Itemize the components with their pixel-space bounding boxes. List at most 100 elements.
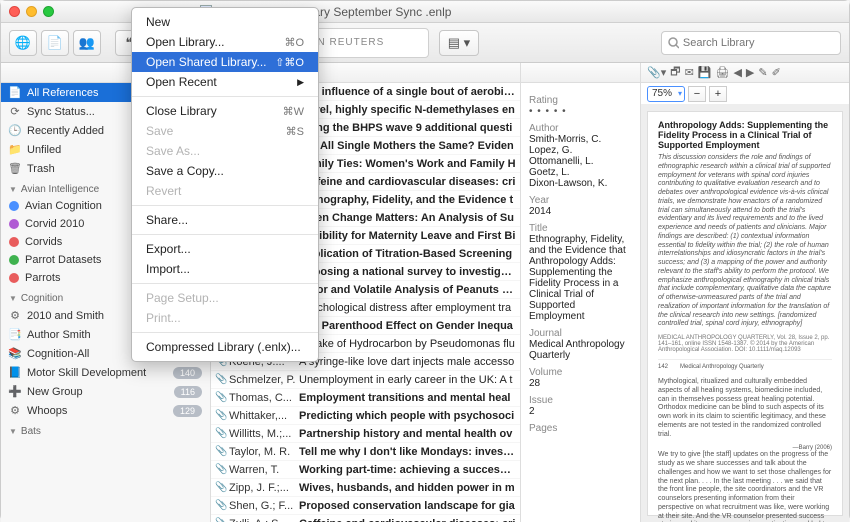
attachment-icon[interactable]: 📎▾ [647, 66, 666, 79]
author-cell: Schmelzer, P. [229, 374, 299, 386]
volume-value: 28 [529, 378, 632, 389]
count-badge: 140 [173, 367, 202, 379]
print-icon[interactable]: 🖨 [715, 66, 729, 79]
paper-heading: Anthropology Adds: Supplementing the Fid… [658, 120, 832, 150]
prev-icon[interactable]: ◀ [733, 66, 741, 79]
menu-label: Import... [146, 262, 190, 276]
menu-item-compressed-library-enlx-[interactable]: Compressed Library (.enlx)... [132, 337, 318, 357]
author-value: Dixon-Lawson, K. [529, 178, 632, 189]
note-icon[interactable]: ✎ [758, 66, 767, 79]
title-cell: Eligibility for Maternity Leave and Firs… [299, 230, 516, 242]
title-cell: Family Ties: Women's Work and Family H [299, 158, 516, 170]
sidebar-item-motor-skill-development[interactable]: 📘Motor Skill Development140 [1, 363, 210, 382]
menu-separator [132, 283, 318, 284]
menu-item-save-a-copy-[interactable]: Save a Copy... [132, 161, 318, 181]
zoom-in-button[interactable]: + [709, 86, 727, 102]
rating-value[interactable]: • • • • • [529, 106, 632, 117]
page-running-title: Medical Anthropology Quarterly [680, 364, 764, 370]
sidebar-item-new-group[interactable]: ➕New Group116 [1, 382, 210, 401]
search-icon [668, 37, 679, 49]
zoom-out-button[interactable]: − [688, 86, 706, 102]
preview-toolbar: 📎▾ 🗗 ✉ 💾 🖨 ◀ ▶ ✎ ✐ [641, 63, 849, 82]
menu-item-page-setup-: Page Setup... [132, 288, 318, 308]
sidebar-item-whoops[interactable]: ⚙Whoops129 [1, 401, 210, 420]
reference-row[interactable]: 📎Whittaker,...Predicting which people wi… [211, 407, 520, 425]
shortcut-label: ⌘O [284, 36, 304, 49]
menu-item-close-library[interactable]: Close Library⌘W [132, 101, 318, 121]
search-field[interactable] [661, 31, 841, 55]
paper-body-2: We try to give [the staff] updates on th… [658, 451, 832, 522]
sidebar-label: All References [27, 87, 99, 99]
menu-item-open-recent[interactable]: Open Recent▶ [132, 72, 318, 92]
title-cell: Unemployment in early career in the UK: … [299, 374, 516, 386]
zoom-select[interactable]: 75% [647, 86, 685, 102]
author-value: Goetz, L. [529, 167, 632, 178]
issue-value: 2 [529, 406, 632, 417]
group-button[interactable]: 👥 [73, 30, 101, 56]
reference-row[interactable]: 📎Willitts, M.;...Partnership history and… [211, 425, 520, 443]
menu-item-save-as-: Save As... [132, 141, 318, 161]
title-cell: Caffeine and cardiovascular diseases: cr… [299, 176, 516, 188]
open-pdf-icon[interactable]: 🗗 [670, 63, 680, 82]
menu-item-share-[interactable]: Share... [132, 210, 318, 230]
minimize-window-button[interactable] [26, 6, 37, 17]
author-cell: Thomas, C... [229, 392, 299, 404]
group-name: Bats [21, 426, 41, 437]
menu-separator [132, 96, 318, 97]
author-cell: Willitts, M.;... [229, 428, 299, 440]
menu-item-import-[interactable]: Import... [132, 259, 318, 279]
sidebar-label: Parrots [25, 272, 60, 284]
email-icon[interactable]: ✉ [685, 66, 694, 79]
menu-label: Save a Copy... [146, 164, 224, 178]
reference-row[interactable]: 📎Warren, T.Working part-time: achieving … [211, 461, 520, 479]
color-dot-icon [9, 273, 19, 283]
count-badge: 116 [174, 386, 202, 398]
group-icon: 📘 [9, 366, 21, 379]
reference-row[interactable]: 📎Shen, G.; F...Proposed conservation lan… [211, 497, 520, 515]
author-cell: Whittaker,... [229, 410, 299, 422]
title-cell: Ethnography, Fidelity, and the Evidence … [299, 194, 516, 206]
highlight-icon[interactable]: ✐ [772, 66, 781, 79]
new-reference-button[interactable]: 📄 [41, 30, 69, 56]
menu-item-revert: Revert [132, 181, 318, 201]
folder-icon: 🕒 [9, 124, 21, 137]
next-icon[interactable]: ▶ [746, 66, 754, 79]
disclosure-triangle-icon: ▼ [9, 185, 17, 194]
menu-label: Print... [146, 311, 181, 325]
title-cell: The influence of a single bout of aerobi… [299, 86, 516, 98]
folder-icon: 📄 [9, 86, 21, 99]
color-dot-icon [9, 201, 19, 211]
reference-row[interactable]: 📎Zipp, J. F.;...Wives, husbands, and hid… [211, 479, 520, 497]
zoom-window-button[interactable] [43, 6, 54, 17]
sidebar-label: Cognition-All [27, 348, 89, 360]
menu-item-open-shared-library-[interactable]: Open Shared Library...⇧⌘O [132, 52, 318, 72]
sidebar-group-header[interactable]: ▼Bats [1, 420, 210, 439]
file-menu[interactable]: New Open Library... ⌘O Open Shared Library.… [131, 7, 319, 362]
volume-label: Volume [529, 367, 632, 378]
reference-row[interactable]: 📎Schmelzer, P.Unemployment in early care… [211, 371, 520, 389]
menu-item-open-library-[interactable]: Open Library... ⌘O [132, 32, 318, 52]
color-dot-icon [9, 219, 19, 229]
search-input[interactable] [683, 37, 834, 49]
pages-label: Pages [529, 423, 632, 434]
title-cell: Uptake of Hydrocarbon by Pseudomonas flu [299, 338, 516, 350]
page-number: 142 [658, 364, 668, 370]
menu-label: Open Library... [146, 35, 224, 49]
reference-row[interactable]: 📎Thomas, C...Employment transitions and … [211, 389, 520, 407]
layout-toggle-button[interactable]: ▤ ▾ [439, 30, 479, 56]
journal-label: Journal [529, 328, 632, 339]
rating-label: Rating [529, 95, 632, 106]
title-cell: Predicting which people with psychosoci [299, 410, 516, 422]
save-icon[interactable]: 💾 [698, 66, 712, 79]
reference-row[interactable]: 📎Taylor, M. R.Tell me why I don't like M… [211, 443, 520, 461]
globe-button[interactable]: 🌐 [9, 30, 37, 56]
sidebar-label: Sync Status... [27, 106, 95, 118]
title-cell: Working part-time: achieving a successfu [299, 464, 516, 476]
pdf-page[interactable]: Anthropology Adds: Supplementing the Fid… [647, 111, 843, 516]
sidebar-label: New Group [27, 386, 83, 398]
attachment-icon: 📎 [215, 410, 229, 421]
zoom-toolbar: 75% − + [641, 83, 849, 105]
close-window-button[interactable] [9, 6, 20, 17]
menu-item-new[interactable]: New [132, 12, 318, 32]
menu-item-export-[interactable]: Export... [132, 239, 318, 259]
